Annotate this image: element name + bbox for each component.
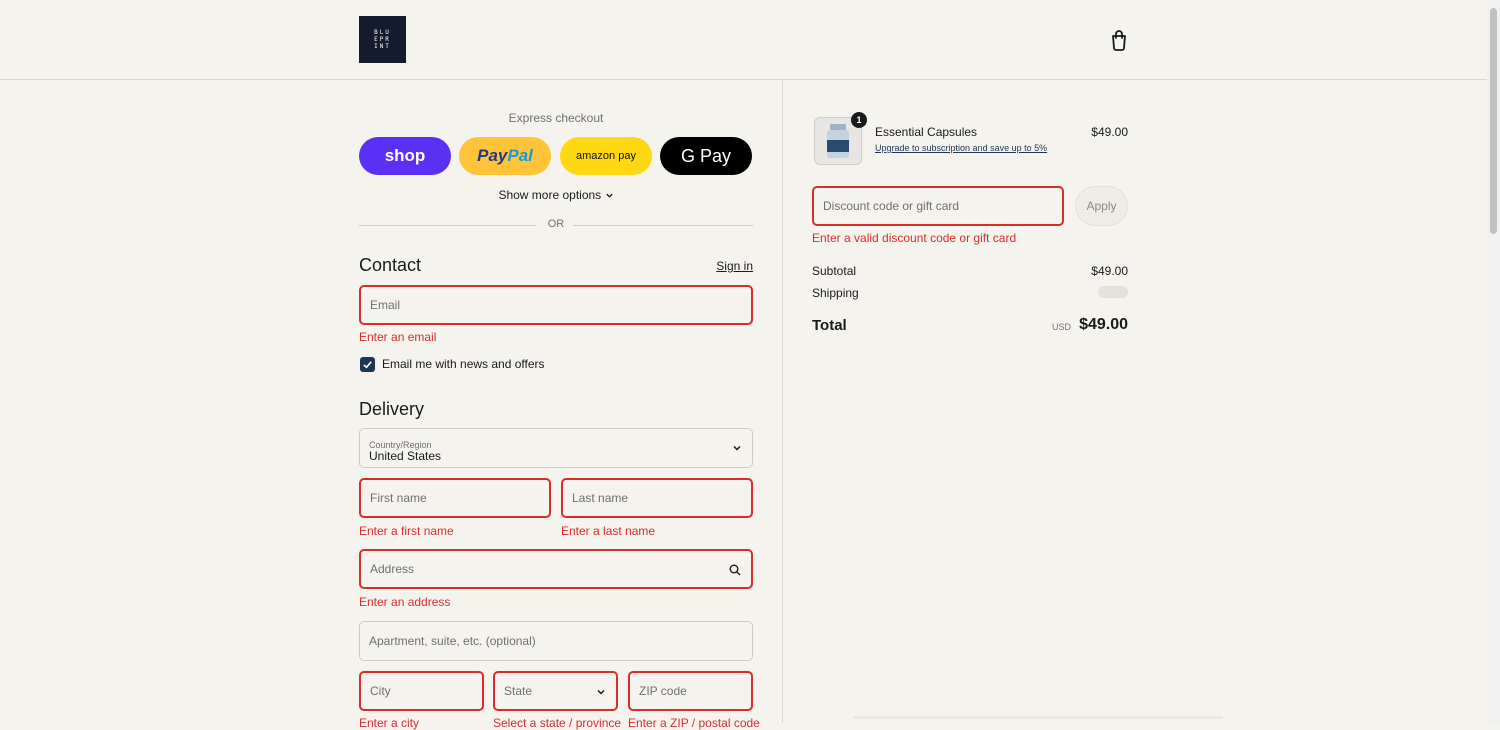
brand-logo[interactable]: BLU EPR INT: [359, 16, 406, 63]
email-field[interactable]: Email: [359, 285, 753, 325]
capsule-bottle-image: [827, 124, 849, 158]
apartment-field[interactable]: Apartment, suite, etc. (optional): [359, 621, 753, 661]
discount-error: Enter a valid discount code or gift card: [812, 231, 1017, 245]
city-error: Enter a city: [359, 716, 420, 730]
amazon-pay-button[interactable]: amazon pay: [560, 137, 652, 175]
page-scrollbar[interactable]: [1487, 0, 1500, 723]
show-more-options-label: Show more options: [498, 188, 602, 202]
shopping-bag-icon[interactable]: [1108, 29, 1130, 51]
shipping-label: Shipping: [812, 286, 859, 300]
subtotal-label: Subtotal: [812, 264, 857, 278]
chevron-down-icon: [597, 689, 605, 695]
address-field[interactable]: Address: [359, 549, 753, 589]
address-placeholder: Address: [370, 562, 415, 576]
first-name-placeholder: First name: [370, 491, 427, 505]
or-divider: OR: [359, 218, 753, 232]
chevron-down-icon: [733, 445, 741, 451]
email-error: Enter an email: [359, 330, 437, 344]
email-placeholder: Email: [370, 298, 401, 312]
city-field[interactable]: City: [359, 671, 484, 711]
paypal-button[interactable]: Pay Pal: [459, 137, 551, 175]
country-value: United States: [369, 449, 442, 463]
discount-code-field[interactable]: Discount code or gift card: [812, 186, 1064, 226]
newsletter-checkbox[interactable]: [360, 357, 375, 372]
column-divider: [782, 80, 783, 723]
search-icon: [729, 564, 741, 576]
total-value: $49.00: [1079, 316, 1128, 333]
sign-in-link[interactable]: Sign in: [716, 259, 753, 273]
last-name-placeholder: Last name: [572, 491, 629, 505]
show-more-options-button[interactable]: Show more options: [359, 188, 753, 202]
summary-bottom-divider: [853, 716, 1223, 719]
state-placeholder: State: [504, 684, 533, 698]
city-placeholder: City: [370, 684, 391, 698]
country-select[interactable]: Country/Region United States: [359, 428, 753, 468]
zip-field[interactable]: ZIP code: [628, 671, 753, 711]
checkmark-icon: [363, 361, 372, 369]
quantity-badge: 1: [851, 112, 867, 128]
zip-placeholder: ZIP code: [639, 684, 687, 698]
last-name-error: Enter a last name: [561, 524, 656, 538]
state-select[interactable]: State: [493, 671, 618, 711]
express-checkout-label: Express checkout: [508, 111, 604, 125]
amazon-pay-label: amazon pay: [576, 150, 636, 162]
last-name-field[interactable]: Last name: [561, 478, 753, 518]
state-error: Select a state / province: [493, 716, 622, 730]
zip-error: Enter a ZIP / postal code: [628, 716, 760, 730]
total-label: Total: [812, 317, 847, 334]
total-currency: USD: [1051, 322, 1071, 332]
first-name-field[interactable]: First name: [359, 478, 551, 518]
subtotal-value: $49.00: [1091, 264, 1128, 278]
google-pay-button[interactable]: G Pay: [660, 137, 752, 175]
apply-discount-button[interactable]: Apply: [1075, 186, 1128, 226]
discount-placeholder: Discount code or gift card: [823, 199, 960, 213]
address-error: Enter an address: [359, 595, 451, 609]
paypal-pal-text: Pal: [507, 146, 533, 165]
header: BLU EPR INT: [0, 0, 1487, 80]
or-label: OR: [547, 218, 565, 230]
paypal-pay-text: Pay: [477, 146, 508, 165]
shop-pay-button[interactable]: shop: [359, 137, 451, 175]
shipping-loading-placeholder: [1098, 286, 1128, 298]
apartment-placeholder: Apartment, suite, etc. (optional): [369, 634, 536, 648]
delivery-heading: Delivery: [359, 399, 425, 419]
newsletter-label: Email me with news and offers: [382, 357, 545, 371]
product-name: Essential Capsules: [875, 125, 978, 139]
google-pay-label: G Pay: [680, 145, 732, 166]
chevron-down-icon: [605, 194, 613, 199]
first-name-error: Enter a first name: [359, 524, 454, 538]
product-price: $49.00: [1091, 125, 1128, 139]
scrollbar-thumb[interactable]: [1490, 8, 1497, 234]
subscription-upgrade-link[interactable]: Upgrade to subscription and save up to 5…: [875, 143, 1047, 153]
contact-heading: Contact: [359, 255, 422, 275]
